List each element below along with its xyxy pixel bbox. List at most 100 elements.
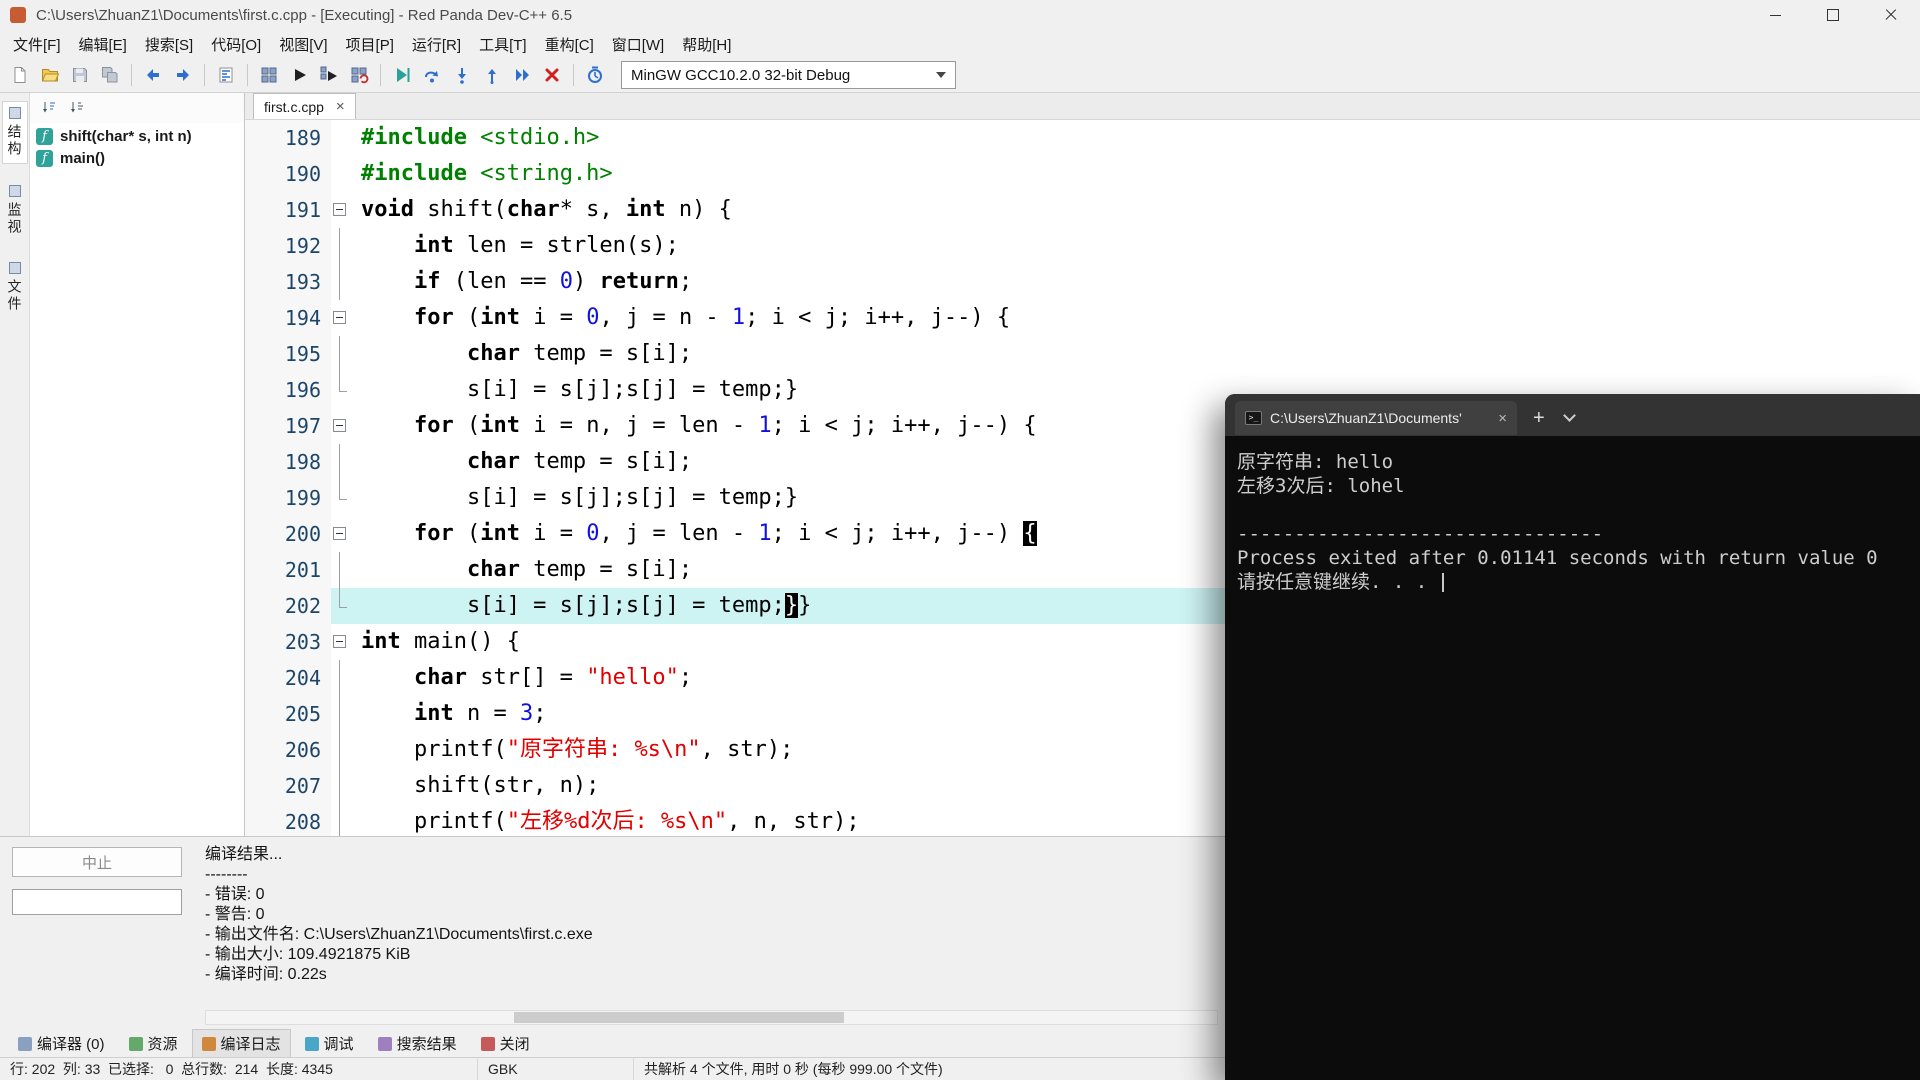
line-number: 192 <box>245 228 331 264</box>
tab-resources[interactable]: 资源 <box>119 1029 188 1058</box>
step-out-button[interactable] <box>478 61 506 89</box>
menu-search[interactable]: 搜索[S] <box>136 30 202 59</box>
reformat-button[interactable] <box>212 61 240 89</box>
line-number: 189 <box>245 120 331 156</box>
fold-marker[interactable] <box>331 300 349 336</box>
menu-help[interactable]: 帮助[H] <box>673 30 740 59</box>
fold-marker <box>331 804 349 836</box>
code-line[interactable]: 195 char temp = s[i]; <box>245 336 1920 372</box>
class-browser-item[interactable]: f shift(char* s, int n) <box>36 125 238 147</box>
terminal-output[interactable]: 原字符串: hello 左移3次后: lohel -----------------… <box>1225 436 1920 594</box>
tab-compile-log[interactable]: 编译日志 <box>191 1029 291 1058</box>
menu-bar: 文件[F] 编辑[E] 搜索[S] 代码[O] 视图[V] 项目[P] 运行[R] 工具[T]… <box>0 30 1920 58</box>
run-button[interactable] <box>285 61 313 89</box>
save-button[interactable] <box>66 61 94 89</box>
close-button[interactable] <box>1862 0 1920 30</box>
menu-tools[interactable]: 工具[T] <box>470 30 536 59</box>
continue-button[interactable] <box>508 61 536 89</box>
fold-marker <box>331 768 349 804</box>
sort-by-type-button[interactable] <box>38 97 60 119</box>
code-line[interactable]: 192 int len = strlen(s); <box>245 228 1920 264</box>
tab-search-results[interactable]: 搜索结果 <box>368 1029 467 1058</box>
save-all-button[interactable] <box>96 61 124 89</box>
open-file-button[interactable] <box>36 61 64 89</box>
menu-project[interactable]: 项目[P] <box>337 30 403 59</box>
code-line[interactable]: 190 #include <string.h> <box>245 156 1920 192</box>
debug-button[interactable] <box>388 61 416 89</box>
menu-code[interactable]: 代码[O] <box>202 30 270 59</box>
side-tab-structure[interactable]: 结构 <box>1 101 28 164</box>
fold-collapse-icon[interactable] <box>333 419 346 432</box>
save-all-icon <box>102 67 118 83</box>
run-icon <box>295 69 306 81</box>
menu-view[interactable]: 视图[V] <box>270 30 336 59</box>
sort-alpha-icon <box>71 102 83 113</box>
rebuild-button[interactable] <box>345 61 373 89</box>
terminal-tab-close-icon[interactable]: × <box>1498 410 1507 427</box>
sort-alpha-button[interactable] <box>66 97 88 119</box>
status-segment: 行: 202 列: 33 已选择: 0 总行数: 214 长度: 4345 <box>0 1058 478 1080</box>
fold-marker[interactable] <box>331 192 349 228</box>
new-file-icon <box>14 67 26 83</box>
line-number: 198 <box>245 444 331 480</box>
sort-by-type-icon <box>43 102 55 113</box>
tab-close-icon[interactable]: × <box>336 98 345 115</box>
line-number: 190 <box>245 156 331 192</box>
tab-compiler[interactable]: 编译器 (0) <box>8 1029 115 1058</box>
fold-marker[interactable] <box>331 408 349 444</box>
step-into-button[interactable] <box>448 61 476 89</box>
code-line[interactable]: 193 if (len == 0) return; <box>245 264 1920 300</box>
menu-file[interactable]: 文件[F] <box>4 30 70 59</box>
menu-window[interactable]: 窗口[W] <box>603 30 674 59</box>
step-over-button[interactable] <box>418 61 446 89</box>
rebuild-icon <box>351 67 369 84</box>
fold-marker <box>331 264 349 300</box>
fold-marker[interactable] <box>331 624 349 660</box>
resources-icon <box>128 1036 143 1051</box>
editor-tab-bar: first.c.cpp × <box>245 93 1920 120</box>
fold-marker[interactable] <box>331 516 349 552</box>
compiler-set-select[interactable]: MinGW GCC10.2.0 32-bit Debug <box>621 61 956 89</box>
side-tab-watch[interactable]: 监视 <box>3 180 27 241</box>
side-tab-files[interactable]: 文件 <box>3 257 27 318</box>
structure-icon <box>8 107 21 119</box>
code-text: #include <string.h> <box>361 161 613 186</box>
back-button[interactable] <box>139 61 167 89</box>
code-text: int len = strlen(s); <box>413 233 679 258</box>
compile-run-icon <box>320 66 337 81</box>
close-panel-icon <box>480 1036 495 1051</box>
fold-collapse-icon[interactable] <box>333 527 346 540</box>
fold-collapse-icon[interactable] <box>333 635 346 648</box>
fold-collapse-icon[interactable] <box>333 311 346 324</box>
code-line[interactable]: 191 void shift(char* s, int n) { <box>245 192 1920 228</box>
code-line[interactable]: 194 for (int i = 0, j = n - 1; i < j; i+… <box>245 300 1920 336</box>
code-line[interactable]: 189 #include <stdio.h> <box>245 120 1920 156</box>
compile-button[interactable] <box>255 61 283 89</box>
minimize-button[interactable] <box>1746 0 1804 30</box>
terminal-new-tab-button[interactable]: + <box>1533 407 1545 430</box>
function-name: main() <box>60 149 105 167</box>
compile-run-button[interactable] <box>315 61 343 89</box>
horizontal-scrollbar[interactable] <box>205 1010 1218 1025</box>
tab-close-panel[interactable]: 关闭 <box>471 1029 540 1058</box>
editor-tab[interactable]: first.c.cpp × <box>253 93 356 119</box>
tab-debug[interactable]: 调试 <box>295 1029 364 1058</box>
menu-refactor[interactable]: 重构[C] <box>536 30 603 59</box>
menu-run[interactable]: 运行[R] <box>403 30 470 59</box>
watch-icon <box>8 185 21 197</box>
stop-execution-button[interactable] <box>538 61 566 89</box>
maximize-button[interactable] <box>1804 0 1862 30</box>
compile-progress-bar <box>12 889 182 915</box>
profiler-button[interactable] <box>581 61 609 89</box>
bottom-tab-label: 调试 <box>323 1036 354 1053</box>
fold-collapse-icon[interactable] <box>333 203 346 216</box>
abort-button[interactable]: 中止 <box>12 847 182 877</box>
terminal-tab[interactable]: >_ C:\Users\ZhuanZ1\Documents' × <box>1235 401 1517 435</box>
forward-button[interactable] <box>169 61 197 89</box>
scrollbar-thumb[interactable] <box>514 1012 844 1023</box>
new-file-button[interactable] <box>6 61 34 89</box>
class-browser-item[interactable]: f main() <box>36 147 238 169</box>
terminal-tab-bar: >_ C:\Users\ZhuanZ1\Documents' × + <box>1225 394 1920 436</box>
terminal-tab-dropdown-icon[interactable] <box>1562 409 1576 422</box>
menu-edit[interactable]: 编辑[E] <box>70 30 136 59</box>
